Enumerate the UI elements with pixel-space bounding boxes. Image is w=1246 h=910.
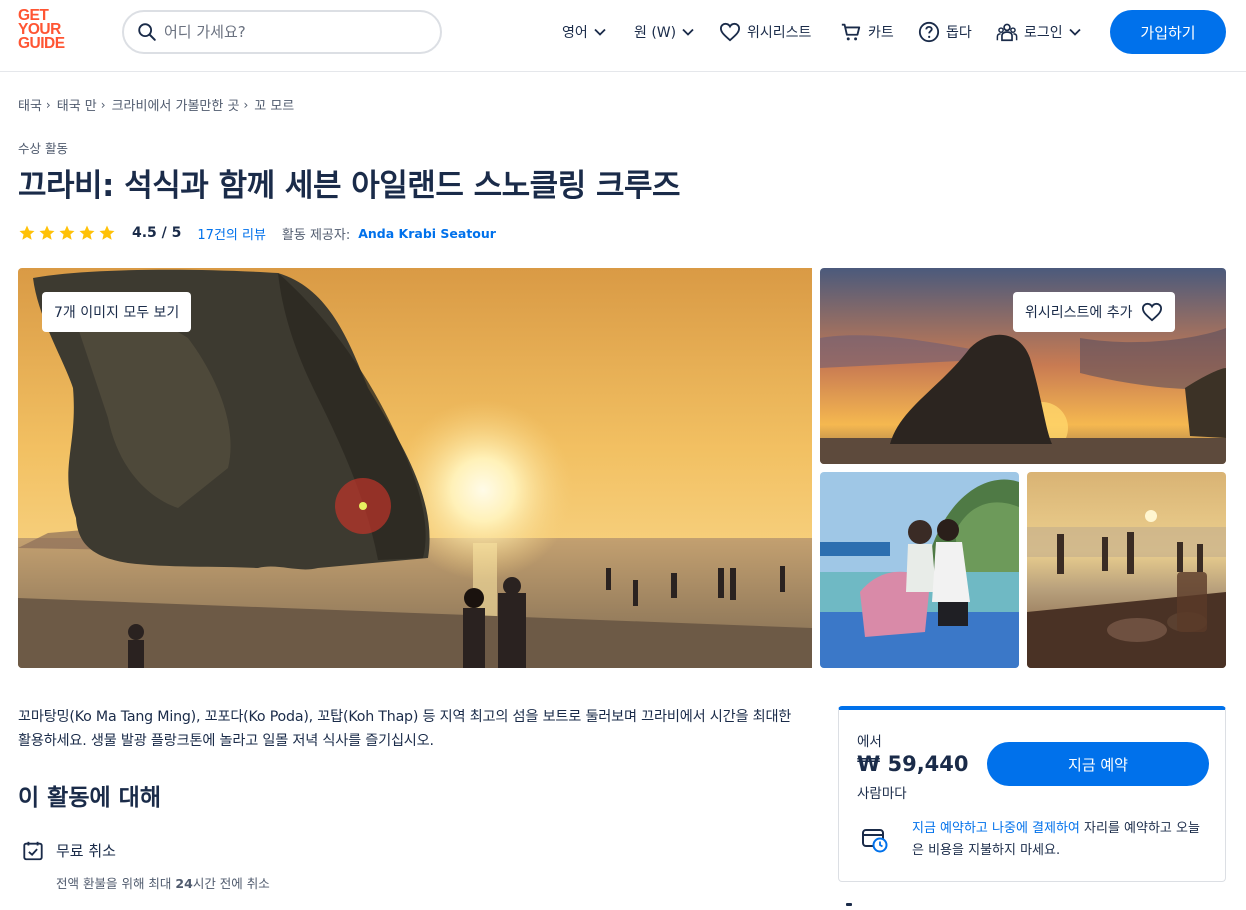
reviews-link[interactable]: 17건의 리뷰: [197, 224, 266, 243]
signup-button[interactable]: 가입하기: [1110, 10, 1226, 54]
login-menu[interactable]: 로그인: [996, 20, 1081, 44]
login-label: 로그인: [1024, 25, 1063, 41]
booking-card: 에서 ₩ 59,440 사람마다 지금 예약 지금 예약하고 나중에 결제하여 …: [838, 706, 1226, 882]
reserve-later-icon: [862, 829, 888, 853]
free-cancellation-hours: 24: [175, 876, 193, 891]
chevron-down-icon: [682, 28, 694, 36]
heart-icon: [719, 22, 741, 42]
add-to-wishlist-button[interactable]: 위시리스트에 추가: [1013, 292, 1175, 332]
getyourguide-logo[interactable]: GET YOUR GUIDE: [18, 8, 76, 52]
calendar-check-icon: [23, 841, 43, 861]
star-icon: [99, 225, 115, 240]
currency-label: 원 (W): [634, 25, 677, 41]
currency-selector[interactable]: 원 (W): [634, 20, 694, 44]
chevron-down-icon: [1069, 28, 1081, 36]
breadcrumb-item-gulf[interactable]: 태국 만: [57, 95, 97, 114]
free-cancellation-text-1: 전액 환불을 위해 최대: [56, 876, 176, 891]
partial-icon: [846, 903, 852, 906]
heart-icon: [1141, 302, 1162, 322]
user-group-icon: [996, 23, 1018, 42]
reserve-later-link[interactable]: 지금 예약하고 나중에 결제하여: [912, 821, 1080, 836]
search-box[interactable]: [122, 10, 442, 54]
free-cancellation-title: 무료 취소: [56, 842, 116, 860]
provider-label: 활동 제공자:: [281, 227, 351, 243]
language-selector[interactable]: 영어: [562, 20, 606, 44]
reserve-later-text: 지금 예약하고 나중에 결제하여 자리를 예약하고 오늘은 비용을 지불하지 마…: [912, 818, 1210, 862]
view-all-images-button[interactable]: 7개 이미지 모두 보기: [42, 292, 192, 332]
breadcrumb-separator-icon: ›: [100, 97, 106, 112]
price-per-person: 사람마다: [857, 786, 907, 802]
activity-category: 수상 활동: [18, 141, 68, 156]
site-header: GET YOUR GUIDE 영어 원 (W) 위시리스트 카트 돕다 로그인 …: [0, 0, 1246, 72]
star-icon: [59, 225, 75, 240]
cart-icon: [841, 23, 861, 41]
breadcrumb-item-komor[interactable]: 꼬 모르: [254, 95, 294, 114]
star-icon: [19, 225, 35, 240]
breadcrumb-item-thailand[interactable]: 태국: [18, 95, 42, 114]
search-icon: [138, 23, 156, 41]
about-heading: 이 활동에 대해: [18, 785, 161, 811]
price-from-label: 에서: [857, 734, 882, 750]
price-value: ₩ 59,440: [857, 752, 969, 776]
activity-description: 꼬마탕밍(Ko Ma Tang Ming), 꼬포다(Ko Poda), 꼬탑(…: [18, 709, 792, 749]
language-label: 영어: [562, 25, 588, 41]
rating-row: 4.5 / 5 17건의 리뷰 활동 제공자: Anda Krabi Seato…: [18, 222, 496, 244]
provider-link[interactable]: Anda Krabi Seatour: [358, 226, 496, 241]
breadcrumb: 태국 › 태국 만 › 크라비에서 가볼만한 곳 › 꼬 모르: [18, 95, 294, 115]
help-link[interactable]: 돕다: [918, 20, 972, 44]
help-label: 돕다: [946, 25, 972, 41]
book-now-button[interactable]: 지금 예약: [987, 742, 1209, 786]
star-rating: [18, 224, 116, 242]
logo-line-3: GUIDE: [18, 35, 65, 52]
gallery-photo-beach-dinner[interactable]: [1027, 472, 1226, 668]
gallery-photo-couple-boat[interactable]: [820, 472, 1019, 668]
cart-link[interactable]: 카트: [840, 20, 894, 44]
free-cancellation-detail: 전액 환불을 위해 최대 24시간 전에 취소: [56, 873, 270, 892]
star-icon: [79, 225, 95, 240]
cart-label: 카트: [868, 25, 894, 41]
breadcrumb-separator-icon: ›: [243, 97, 249, 112]
page-title: 끄라비: 석식과 함께 세븐 아일랜드 스노클링 크루즈: [18, 168, 681, 204]
wishlist-label: 위시리스트: [747, 25, 812, 41]
star-icon: [39, 225, 55, 240]
add-to-wishlist-label: 위시리스트에 추가: [1025, 305, 1133, 321]
breadcrumb-separator-icon: ›: [45, 97, 51, 112]
free-cancellation-text-2: 시간 전에 취소: [192, 876, 270, 891]
chevron-down-icon: [594, 28, 606, 36]
search-input[interactable]: [164, 19, 424, 45]
help-icon: [918, 21, 940, 43]
rating-value: 4.5 / 5: [132, 225, 182, 241]
breadcrumb-item-krabi[interactable]: 크라비에서 가볼만한 곳: [112, 95, 240, 114]
wishlist-link[interactable]: 위시리스트: [719, 20, 811, 44]
